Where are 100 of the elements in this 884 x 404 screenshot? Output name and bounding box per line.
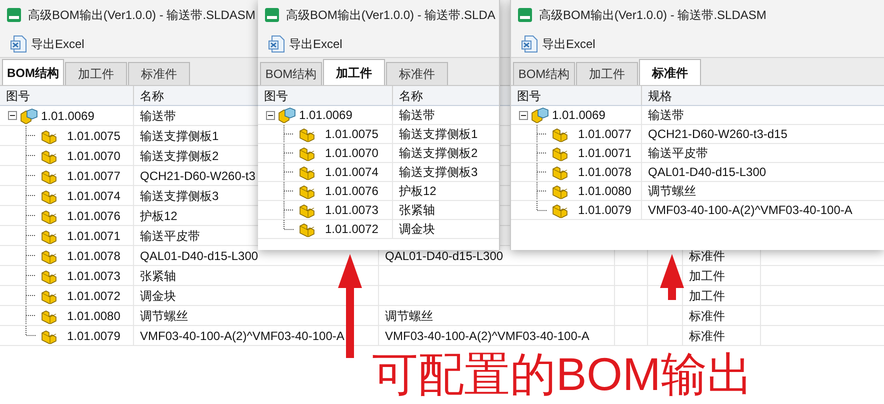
part-icon (298, 126, 316, 142)
part-icon (551, 202, 569, 218)
tree-line (283, 144, 295, 162)
tab[interactable]: 加工件 (323, 59, 385, 85)
export-button[interactable]: 导出Excel (519, 34, 598, 52)
part-icon (40, 308, 58, 324)
part-number: 1.01.0072 (66, 288, 120, 304)
part-number: 1.01.0075 (324, 126, 378, 143)
tab[interactable]: BOM结构 (2, 59, 64, 85)
part-number: 1.01.0076 (66, 208, 120, 224)
tab[interactable]: 标准件 (386, 62, 448, 85)
part-number: 1.01.0069 (552, 107, 606, 124)
part-number: 1.01.0079 (66, 328, 120, 344)
column-header[interactable]: 图号 (517, 86, 541, 104)
part-icon (298, 221, 316, 237)
tab[interactable]: BOM结构 (260, 62, 322, 85)
table-cell: 标准件 (682, 326, 760, 346)
table-cell: 输送平皮带 (641, 144, 884, 163)
tree-line (25, 266, 37, 285)
collapse-icon[interactable] (8, 111, 17, 120)
spreadsheet-icon (268, 34, 286, 52)
tree-line (25, 226, 37, 245)
tree-line (25, 246, 37, 265)
column-header[interactable]: 名称 (140, 86, 164, 104)
table-cell: 加工件 (682, 266, 760, 286)
part-number: 1.01.0070 (324, 145, 378, 162)
assembly-icon (531, 107, 549, 123)
part-number: 1.01.0074 (66, 188, 120, 204)
tab[interactable]: 加工件 (576, 62, 638, 85)
part-number: 1.01.0079 (577, 202, 632, 219)
table-cell: 标准件 (682, 306, 760, 326)
part-number: 1.01.0071 (66, 228, 120, 244)
collapse-icon[interactable] (266, 110, 275, 120)
part-icon (40, 148, 58, 164)
table-cell (614, 286, 647, 306)
part-icon (551, 183, 569, 199)
table-cell: 调金块 (392, 220, 499, 239)
export-button[interactable]: 导出Excel (266, 34, 344, 52)
part-icon (551, 164, 569, 180)
tab[interactable]: 标准件 (639, 59, 701, 85)
part-icon (298, 164, 316, 180)
part-number: 1.01.0080 (66, 308, 120, 324)
assembly-icon (278, 107, 296, 123)
tree-line (25, 126, 37, 145)
part-icon (40, 248, 58, 264)
tab[interactable]: 加工件 (65, 62, 127, 85)
table-cell: 护板12 (392, 182, 499, 201)
tree-line (25, 286, 37, 305)
part-icon (551, 126, 569, 142)
table-cell: VMF03-40-100-A(2)^VMF03-40-100-A (641, 201, 884, 220)
column-header[interactable]: 图号 (264, 86, 288, 104)
part-number: 1.01.0077 (577, 126, 632, 143)
window-title: 高级BOM输出(Ver1.0.0) - 输送带.SLDA (286, 7, 496, 24)
table-cell: QAL01-D40-d15-L300 (641, 163, 884, 182)
part-number: 1.01.0070 (66, 148, 120, 164)
part-number: 1.01.0069 (41, 108, 94, 124)
part-icon (298, 145, 316, 161)
part-number: 1.01.0075 (66, 128, 120, 144)
table-cell (614, 306, 647, 326)
tree-line (283, 125, 295, 143)
table-cell: 输送支撑侧板3 (392, 163, 499, 182)
window-title: 高级BOM输出(Ver1.0.0) - 输送带.SLDASM (539, 7, 766, 24)
tree-line (536, 125, 548, 143)
window-title: 高级BOM输出(Ver1.0.0) - 输送带.SLDASM (28, 7, 256, 24)
part-number: 1.01.0078 (577, 164, 632, 181)
tree-line (536, 144, 548, 162)
part-icon (40, 188, 58, 204)
column-header[interactable]: 规格 (648, 86, 672, 104)
tree-line (536, 163, 548, 181)
table-cell: 调节螺丝 (641, 182, 884, 201)
part-icon (298, 202, 316, 218)
table-cell: 输送带 (641, 106, 884, 125)
tree-line (25, 186, 37, 205)
tab[interactable]: 标准件 (128, 62, 190, 85)
caption: 可配置的BOM输出 (372, 348, 753, 400)
part-number: 1.01.0077 (66, 168, 120, 184)
table-cell (614, 266, 647, 286)
spreadsheet-icon (521, 34, 539, 52)
table-cell: 调节螺丝 (378, 306, 614, 326)
part-icon (40, 328, 58, 344)
part-icon (298, 183, 316, 199)
tab[interactable]: BOM结构 (513, 62, 575, 85)
table-cell: 张紧轴 (392, 201, 499, 220)
table-cell: 输送支撑侧板1 (392, 125, 499, 144)
assembly-icon (20, 108, 38, 124)
part-icon (40, 288, 58, 304)
collapse-icon[interactable] (519, 110, 528, 120)
part-icon (40, 208, 58, 224)
part-icon (40, 128, 58, 144)
part-number: 1.01.0076 (324, 183, 378, 200)
table-cell: VMF03-40-100-A(2)^VMF03-40-100-A (378, 326, 614, 346)
part-number: 1.01.0073 (66, 268, 120, 284)
column-header[interactable]: 图号 (6, 86, 30, 104)
table-cell (647, 326, 682, 346)
table-cell: 输送带 (392, 106, 499, 125)
export-button[interactable]: 导出Excel (8, 34, 86, 52)
part-number: 1.01.0069 (299, 107, 352, 124)
app-icon (517, 7, 533, 23)
tree-line (283, 163, 295, 181)
column-header[interactable]: 名称 (399, 86, 423, 104)
